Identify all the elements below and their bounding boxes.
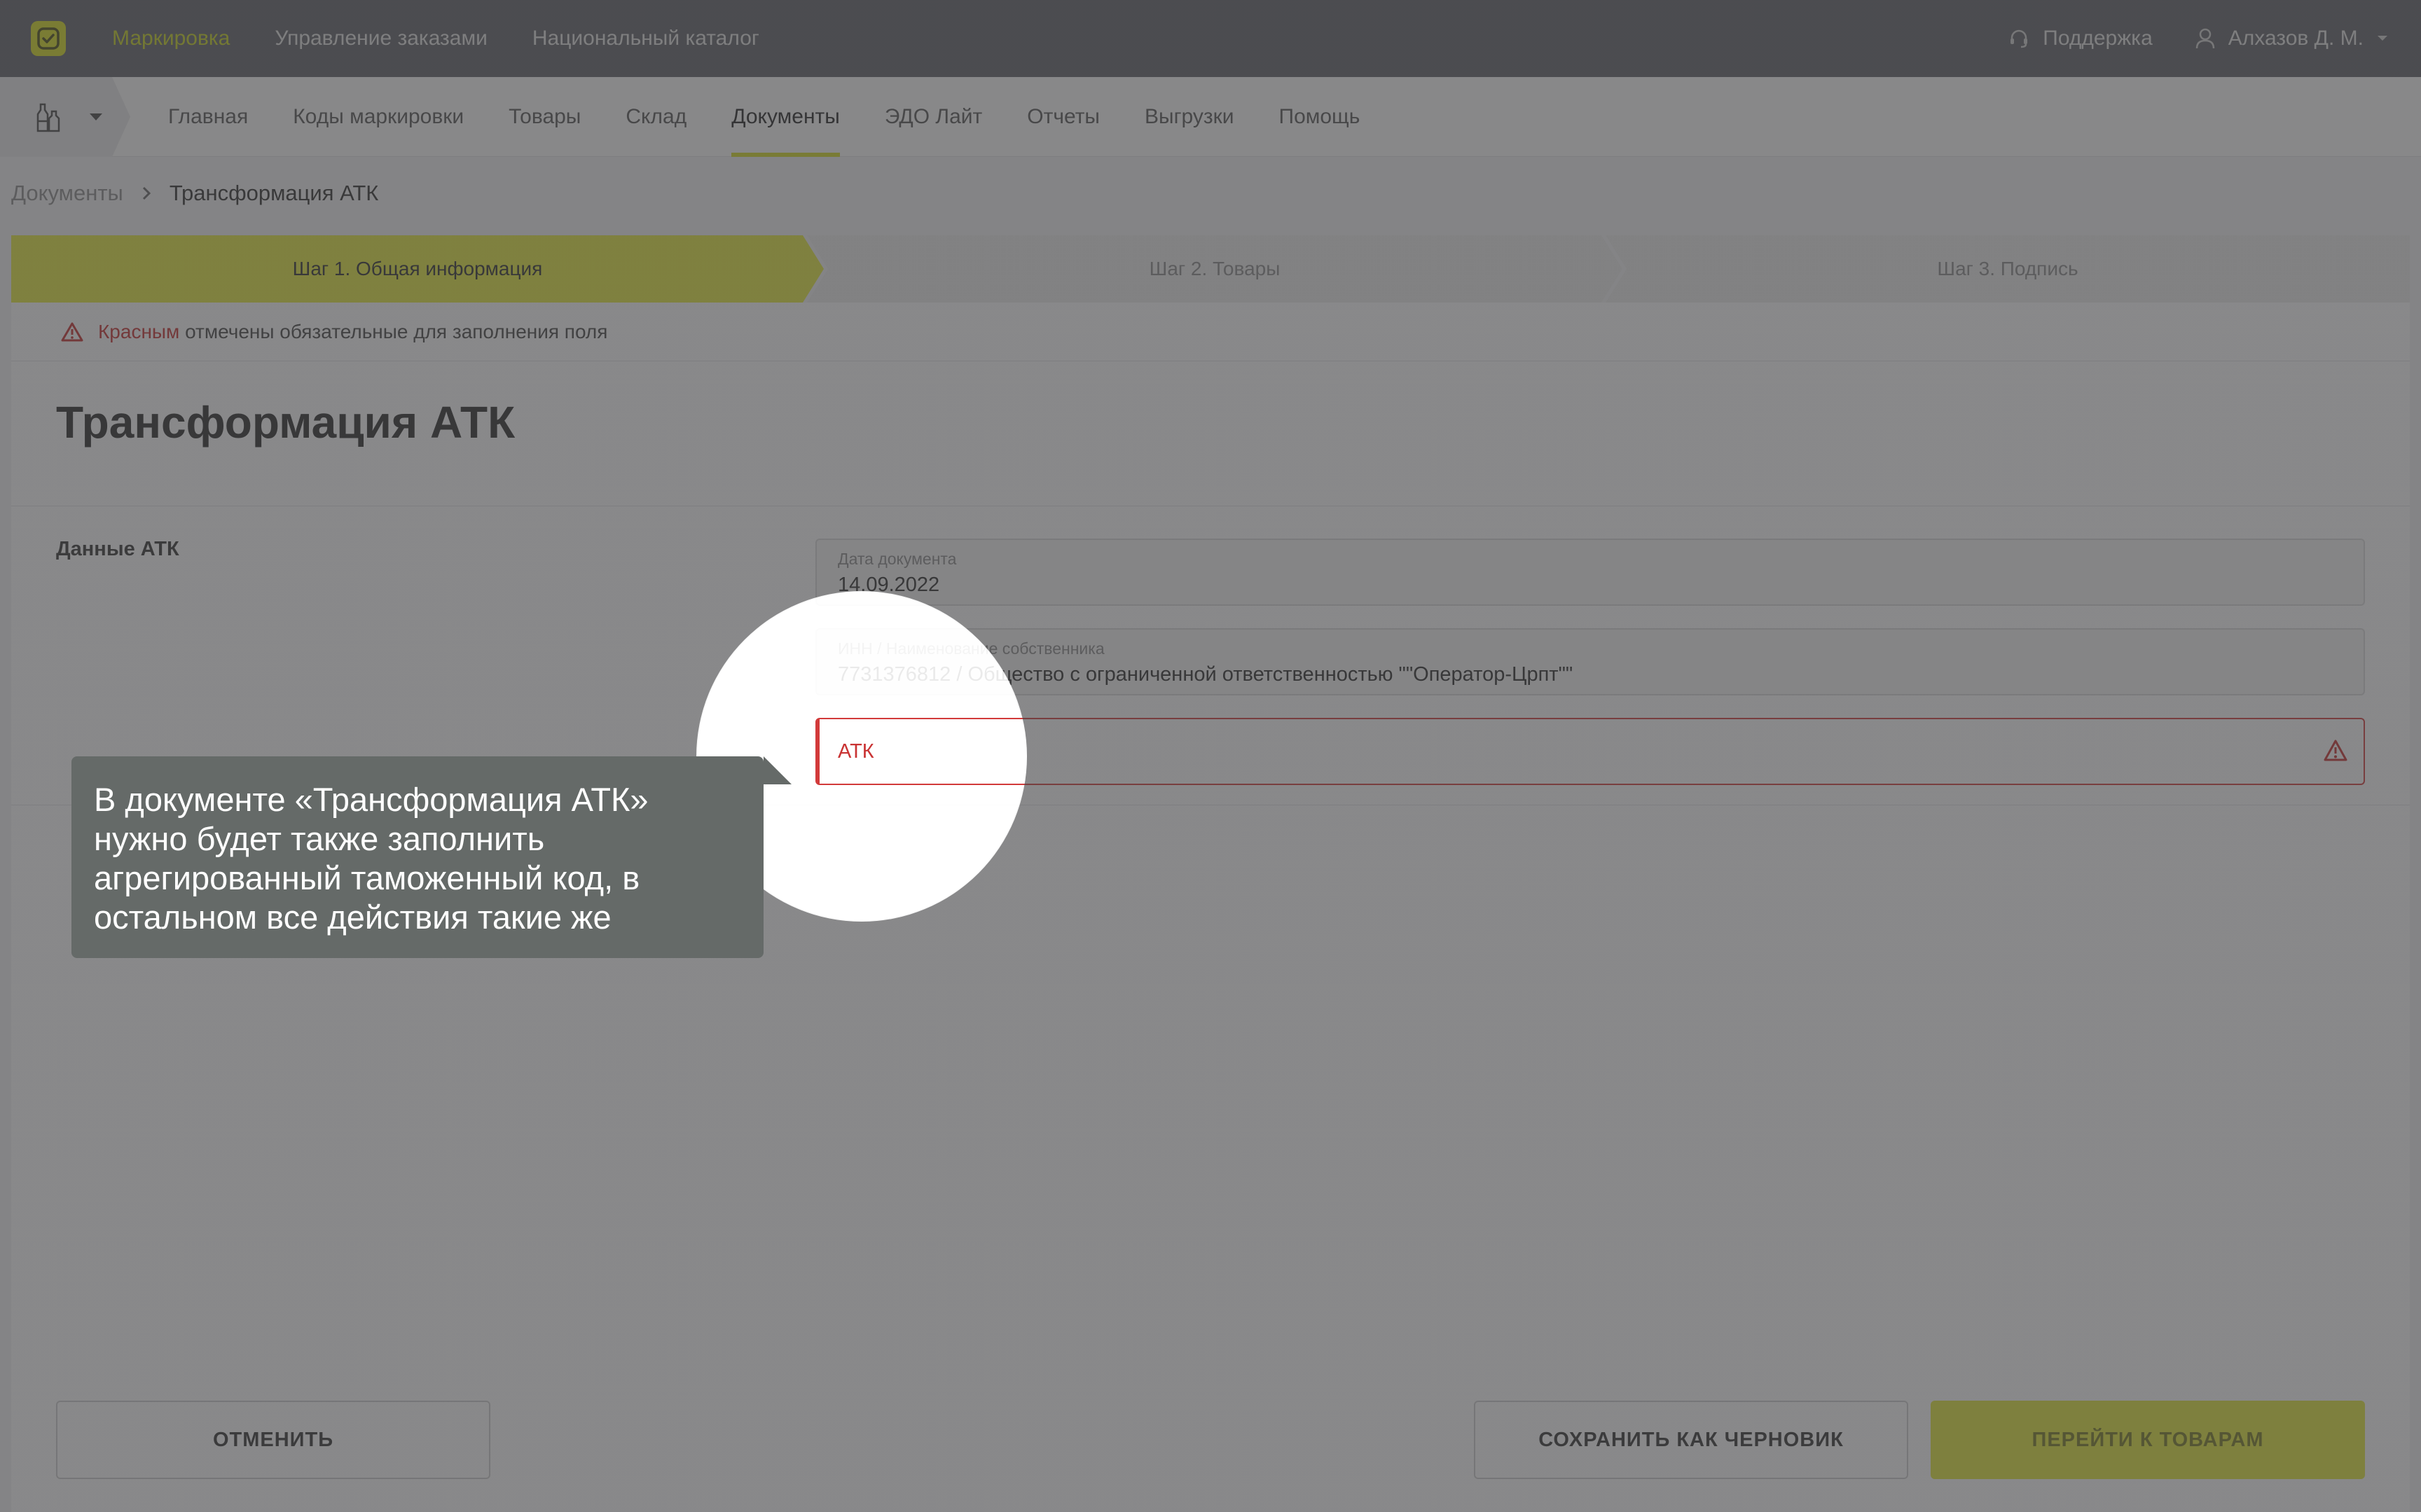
tutorial-tooltip: В документе «Трансформация АТК» нужно бу… [71, 756, 764, 958]
atk-placeholder-highlight: АТК [838, 740, 874, 763]
tooltip-text: В документе «Трансформация АТК» нужно бу… [94, 781, 649, 936]
